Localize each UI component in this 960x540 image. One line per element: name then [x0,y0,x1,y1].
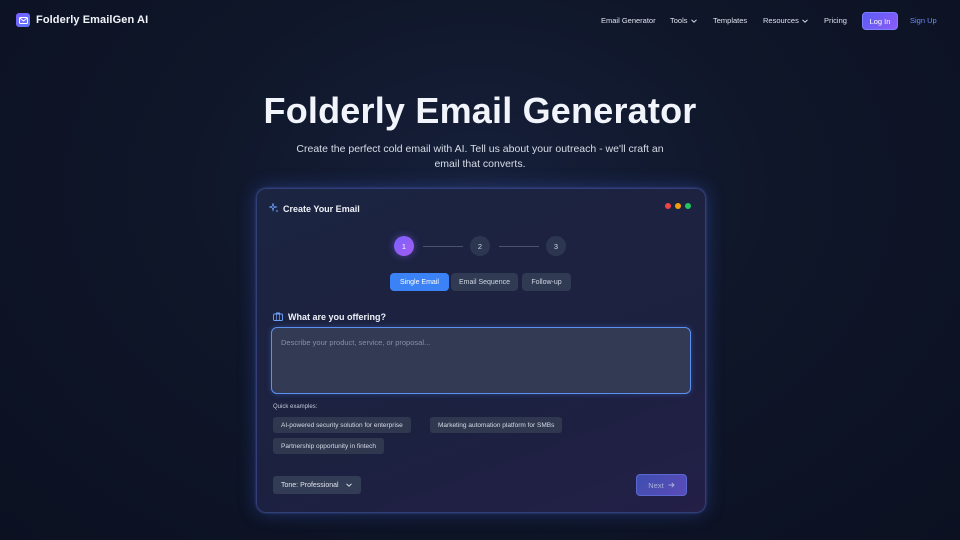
nav-resources[interactable]: Resources [763,16,808,25]
step-2[interactable]: 2 [470,236,490,256]
red-dot [665,203,671,209]
tab-follow-up[interactable]: Follow-up [522,273,571,291]
yellow-dot [675,203,681,209]
offering-label: What are you offering? [273,308,386,326]
email-builder-card: Create Your Email 1 2 3 Single Email Ema… [256,188,706,513]
nav-tools-label: Tools [670,16,688,25]
offering-input[interactable]: Describe your product, service, or propo… [271,327,691,394]
briefcase-icon [273,308,283,326]
step-connector [423,246,463,247]
nav-resources-label: Resources [763,16,799,25]
step-1[interactable]: 1 [394,236,414,256]
tone-select[interactable]: Tone: Professional [273,476,361,494]
nav-email-generator[interactable]: Email Generator [601,16,656,25]
nav-pricing-label: Pricing [824,16,847,25]
hero-subtitle-line-2: email that converts. [434,157,526,170]
tab-email-sequence[interactable]: Email Sequence [451,273,518,291]
offering-question: What are you offering? [288,312,387,322]
green-dot [685,203,691,209]
step-connector [499,246,539,247]
nav-tools[interactable]: Tools [670,16,697,25]
page-title: Folderly Email Generator [263,90,697,131]
example-chip[interactable]: AI-powered security solution for enterpr… [273,417,411,433]
hero-subtitle-line-1: Create the perfect cold email with AI. T… [296,143,664,155]
tab-single-email[interactable]: Single Email [390,273,449,291]
signup-link[interactable]: Sign Up [910,16,937,25]
window-dots [661,203,691,209]
sparkle-icon [268,200,279,218]
next-button[interactable]: Next [636,474,687,496]
nav-templates-label: Templates [713,16,748,25]
card-title: Create Your Email [283,204,360,214]
step-3[interactable]: 3 [546,236,566,256]
offering-input-placeholder: Describe your product, service, or propo… [281,338,431,347]
quick-examples-label: Quick examples: [273,404,318,410]
nav-email-generator-label: Email Generator [601,16,656,25]
tone-select-label: Tone: Professional [281,481,339,489]
top-nav: Folderly EmailGen AI Email Generator Too… [0,0,960,42]
nav-links: Email Generator Tools Templates Resource… [0,0,960,42]
card-header: Create Your Email [268,200,360,218]
example-chip[interactable]: Marketing automation platform for SMBs [430,417,563,433]
example-chip[interactable]: Partnership opportunity in fintech [273,438,385,454]
next-button-label: Next [648,480,664,490]
chevron-down-icon [690,16,697,25]
chevron-down-icon [346,482,352,489]
nav-templates[interactable]: Templates [713,16,747,25]
login-button[interactable]: Log In [862,12,898,30]
hero-subtitle: Create the perfect cold email with AI. T… [280,142,680,171]
nav-pricing[interactable]: Pricing [824,16,847,25]
chevron-down-icon [802,16,808,25]
arrow-right-icon [668,481,675,490]
